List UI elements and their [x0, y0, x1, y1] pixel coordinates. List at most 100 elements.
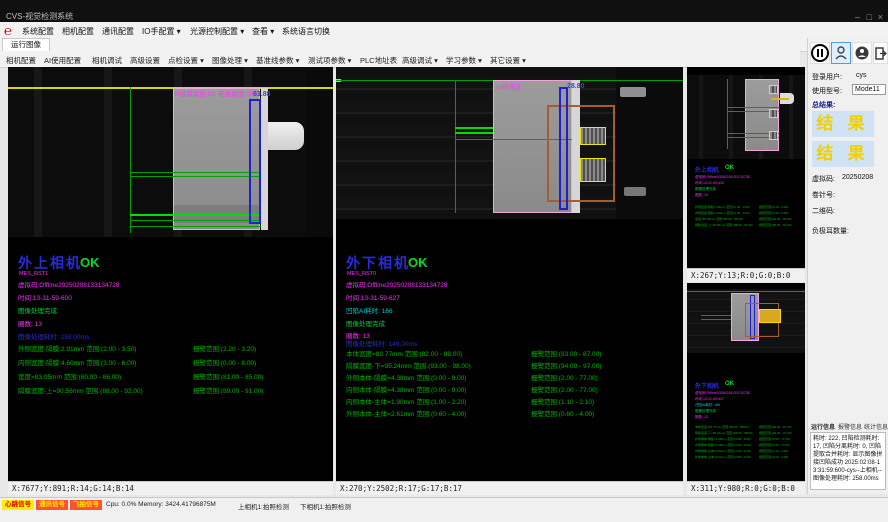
tab-run-image[interactable]: 运行图像 — [2, 38, 50, 51]
info-tab-stats[interactable]: 统计信息 — [864, 422, 888, 431]
measurement-value: 内侧本体-隔膜=4.38mm 范围:(0.00 - 9.00) — [695, 443, 751, 447]
model-value-box[interactable]: Mode11 — [852, 84, 886, 95]
measurement-alarm: 报警范围:(83.00 - 87.00) — [531, 348, 601, 358]
capture-time: 时间:13-31-59-627 — [346, 292, 400, 302]
weld-mark-rect — [580, 158, 606, 182]
pixel-coords: X:311;Y:980;R:0;G:0;B:0 — [691, 484, 795, 493]
measurement-alarm: 报警范围:(0.60 - 4.00) — [531, 408, 594, 418]
measure-hline — [130, 226, 261, 227]
close-icon[interactable]: × — [878, 12, 883, 22]
tool-test-param[interactable]: 测试项参数 ▾ — [308, 55, 351, 66]
minimize-icon[interactable]: – — [855, 12, 860, 22]
measurement-value: 隔膜宽度-上=90.56mm 范围:(88.00 - 92.00) — [18, 385, 143, 395]
process-done: 图像处理完成 — [18, 305, 57, 315]
history-view-upper[interactable]: 外上相机 OK 虚拟码:Offline20250208133134728 时间:… — [687, 67, 805, 281]
tool-learn-param[interactable]: 学习参数 ▾ — [446, 55, 482, 66]
turn-count: 圈数: 13 — [695, 415, 708, 420]
tab-strip: 运行图像 — [0, 38, 888, 52]
neg-tab-count-label: 负极耳数量: — [812, 226, 849, 236]
measurement-value: 隔膜宽度-上=90.56mm 范围:(88.00 - 92.00) — [695, 223, 753, 227]
virtual-code: 虚拟码:Offline20250208133134728 — [18, 279, 119, 289]
tool-plc-table[interactable]: PLC地址表 — [360, 55, 397, 66]
measurement-alarm: 报警范围:(2.20 - 3.20) — [759, 205, 788, 209]
menu-language-switch[interactable]: 系统语言切换 — [282, 26, 330, 37]
pixel-coord-bar: X:267;Y:13;R:0;G:0;B:0 — [687, 268, 805, 282]
cell-edge-strip — [261, 88, 268, 230]
camera-view-lower[interactable]: AI检测区 28.80 外下相机 OK MES_RST0 虚拟码:Offline… — [336, 67, 683, 494]
tool-advanced[interactable]: 高级设置 — [130, 55, 160, 66]
pixel-coord-bar: X:7677;Y:891;R:14;G:14;B:14 — [8, 481, 333, 495]
measurement-value: 内侧本体-主体=1.90mm 范围:(1.00 - 2.20) — [695, 449, 751, 453]
process-done: 图像处理完成 — [695, 409, 716, 414]
measurement-value: 外侧本体-主体=2.61mm 范围:(0.60 - 4.00) — [695, 455, 751, 459]
login-user-button[interactable] — [831, 42, 851, 64]
menu-camera-config[interactable]: 相机配置 — [62, 26, 94, 37]
tool-adv-debug[interactable]: 高级调试 ▾ — [402, 55, 438, 66]
weld-mark-rect — [769, 109, 778, 118]
measure-blue-rect — [559, 87, 568, 210]
menu-comm-config[interactable]: 通讯配置 — [102, 26, 134, 37]
process-done: 图像处理完成 — [695, 187, 716, 192]
menu-io-config[interactable]: IO手配置 ▾ — [142, 26, 181, 37]
measure-vline — [130, 87, 131, 233]
measurement-value: 内侧本体-隔膜=4.38mm 范围:(0.00 - 9.00) — [346, 384, 466, 394]
user-icon — [835, 46, 847, 60]
measure-hline — [455, 132, 493, 134]
tool-camera-config[interactable]: 相机配置 — [6, 55, 36, 66]
tool-spot-check[interactable]: 点检设置 ▾ — [168, 55, 204, 66]
maximize-icon[interactable]: □ — [867, 12, 872, 22]
measurement-alarm: 报警范围:(89.00 - 91.00) — [759, 223, 792, 227]
tool-ai-config[interactable]: AI使用配置 — [44, 55, 81, 66]
measurement-value: 外侧本体-主体=2.61mm 范围:(0.60 - 4.00) — [346, 408, 466, 418]
menu-view[interactable]: 查看 ▾ — [252, 26, 274, 37]
mes-status: MES_RST0 — [347, 271, 376, 277]
weld-mark-rect — [580, 127, 606, 145]
measure-hline — [701, 319, 731, 320]
model-label: 使用型号: — [812, 86, 842, 96]
measurement-value: 宽度=83.05mm 范围:(80.00 - 86.00) — [695, 217, 743, 221]
info-tab-run[interactable]: 运行信息 — [811, 422, 835, 431]
measurement-value: 外侧宽度-隔膜:2.91mm 范围:(2.00 - 3.50) — [18, 343, 136, 353]
operator-log-button[interactable] — [852, 42, 872, 64]
info-tab-alarm[interactable]: 报警信息 — [838, 422, 862, 431]
exit-button[interactable] — [873, 42, 888, 64]
heartbeat-indicator: 心跳信号 — [2, 500, 34, 510]
weld-highlight — [759, 309, 781, 323]
tool-baseline-param[interactable]: 基准线参数 ▾ — [256, 55, 299, 66]
result-status: OK — [725, 165, 734, 171]
measurement-alarm: 报警范围:(0.00 - 8.00) — [759, 211, 788, 215]
process-elapsed: 图像处理耗时: 149.00ms — [346, 338, 417, 348]
pixel-coord-bar: X:270;Y:2502;R:17;G:17;B:17 — [336, 481, 683, 495]
operator-icon — [855, 46, 869, 60]
baseline-yellow — [8, 87, 333, 89]
tool-other-settings[interactable]: 其它设置 ▾ — [490, 55, 526, 66]
measurement-value: 宽度=83.05mm 范围:(80.00 - 86.00) — [18, 371, 121, 381]
app-window: CVS-视觉检测系统 – □ × ℮ 系统配置 相机配置 通讯配置 IO手配置 … — [0, 0, 888, 522]
capture-time: 时间:13-31-59-600 — [18, 292, 72, 302]
camera-view-upper[interactable]: N极耳阈值:93, 阳极阈值:100 63.88 外上相机 OK MES_RST… — [8, 67, 333, 494]
baseline-green — [687, 291, 805, 292]
pause-button[interactable] — [810, 42, 830, 64]
measurement-alarm: 报警范围:(2.00 - 77.00) — [759, 437, 790, 441]
pixel-coords: X:267;Y:13;R:0;G:0;B:0 — [691, 271, 790, 280]
right-info-panel: 登录用户: cys 使用型号: Mode11 总结果: 结 果 结 果 虚拟码:… — [807, 38, 888, 494]
tool-image-process[interactable]: 图像处理 ▾ — [212, 55, 248, 66]
camera-name-label: 外下相机 — [695, 381, 719, 390]
run-log-box[interactable]: 耗时: 222, 凹陷检测耗时: 17, 凹陷分离耗时: 0, 凹陷提取合并耗时… — [810, 432, 886, 490]
tool-camera-debug[interactable]: 相机调试 — [92, 55, 122, 66]
virtual-code: 虚拟码:Offline20250208133134728 — [695, 391, 750, 396]
capture-time: 时间:13-31-59-600 — [695, 181, 724, 186]
camera-image-upper — [8, 67, 333, 237]
flycap-indicator: 飞拍信号 — [70, 500, 102, 510]
app-logo-icon: ℮ — [4, 23, 12, 39]
menu-light-config[interactable]: 光源控制配置 ▾ — [190, 26, 244, 37]
qr-code-label: 二维码: — [812, 206, 835, 216]
pixel-coords: X:7677;Y:891;R:14;G:14;B:14 — [12, 484, 134, 493]
status-bar: 心跳信号 通讯信号 飞拍信号 Cpu: 0.0% Memory: 3424.41… — [0, 497, 888, 522]
measurement-value: 本体宽度=83.77mm 范围:(82.00 - 88.00) — [695, 425, 749, 429]
history-view-lower[interactable]: 外下相机 OK 虚拟码:Offline20250208133134728 时间:… — [687, 283, 805, 494]
turn-count: 圈数: 13 — [18, 318, 42, 328]
measurement-value: 外侧本体-隔膜=4.38mm 范围:(0.00 - 9.00) — [346, 372, 466, 382]
ai-region-label: AI检测区 — [496, 81, 522, 91]
menu-system-config[interactable]: 系统配置 — [22, 26, 54, 37]
